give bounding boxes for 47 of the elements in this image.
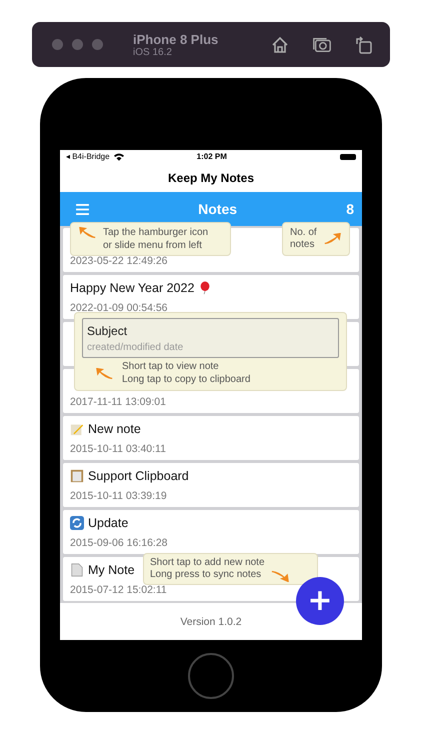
version-label: Version 1.0.2 — [180, 616, 242, 628]
note-row[interactable]: New note 2015-10-11 03:40:11 — [63, 416, 359, 460]
arrow-icon — [79, 227, 97, 239]
arrow-icon — [270, 570, 289, 582]
home-button[interactable] — [188, 653, 234, 699]
clipboard-icon — [70, 469, 84, 483]
note-title: My Note — [88, 563, 135, 577]
note-date: 2015-09-06 16:16:28 — [70, 536, 168, 548]
note-date: 2015-10-11 03:39:19 — [70, 490, 168, 502]
menu-icon[interactable] — [76, 204, 89, 214]
document-icon — [70, 563, 84, 577]
note-title: New note — [88, 422, 141, 436]
battery-icon — [340, 154, 356, 160]
window-control[interactable] — [72, 39, 83, 50]
tooltip-text: Short tap to add new note Long press to sync notes — [150, 556, 265, 582]
note-count: 8 — [346, 201, 354, 217]
note-date: 2015-10-11 03:40:11 — [70, 442, 167, 454]
note-date: 2015-07-12 15:02:11 — [70, 584, 168, 596]
note-date: 2022-01-09 00:54:56 — [70, 302, 168, 314]
pencil-icon — [70, 422, 84, 436]
note-date: 2023-05-22 12:49:26 — [70, 254, 168, 266]
window-control[interactable] — [92, 39, 103, 50]
arrow-icon — [96, 368, 114, 380]
add-button[interactable]: + — [296, 577, 344, 625]
header-title: Notes — [197, 201, 238, 217]
note-title: Happy New Year 2022 — [70, 281, 194, 295]
wifi-icon — [114, 152, 124, 160]
home-icon[interactable] — [270, 34, 290, 54]
note-row[interactable]: Update 2015-09-06 16:16:28 — [63, 510, 359, 554]
sample-subject: Subject — [87, 324, 128, 338]
tooltip-text: Tap the hamburger icon or slide menu from left — [103, 227, 208, 252]
sample-date: created/modified date — [87, 342, 184, 352]
status-time: 1:02 PM — [196, 152, 228, 161]
sync-icon — [70, 516, 84, 530]
note-title: Update — [88, 516, 128, 530]
note-row[interactable]: Support Clipboard 2015-10-11 03:39:19 — [63, 463, 359, 507]
device-name: iPhone 8 Plus — [133, 32, 220, 46]
os-version: iOS 16.2 — [133, 46, 173, 58]
note-date: 2017-11-11 13:09:01 — [70, 396, 167, 408]
rotate-icon[interactable] — [354, 34, 374, 54]
window-control[interactable] — [52, 39, 63, 50]
app-title: Keep My Notes — [168, 170, 254, 186]
balloon-icon — [198, 281, 212, 295]
tooltip-text: No. of notes — [290, 226, 317, 252]
carrier-label: ◂ B4i-Bridge — [66, 152, 110, 161]
note-title: Support Clipboard — [88, 469, 189, 483]
arrow-icon — [322, 233, 341, 245]
